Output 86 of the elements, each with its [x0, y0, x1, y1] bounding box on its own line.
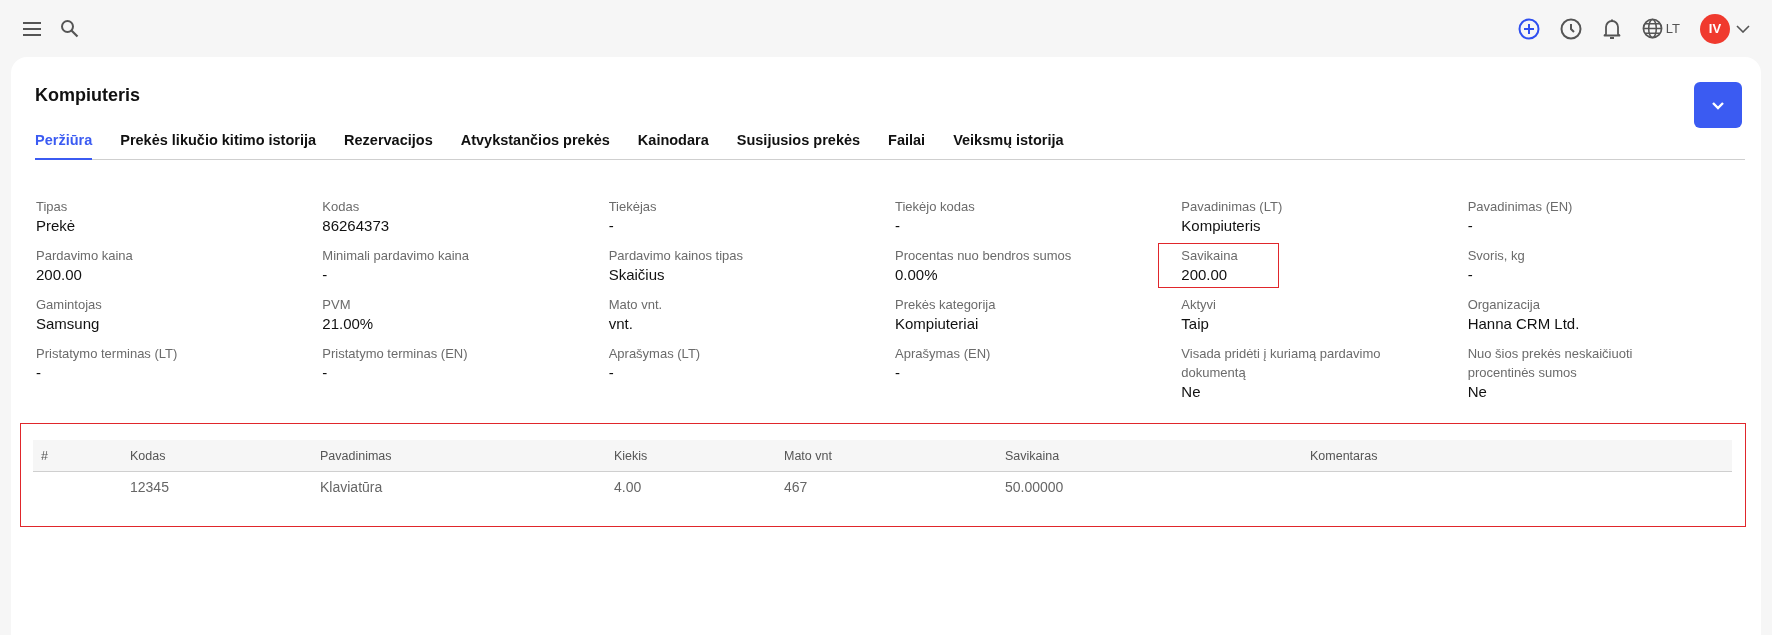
notifications-button[interactable] — [1601, 17, 1622, 40]
field-value: - — [1467, 265, 1474, 285]
field-label: Prekės kategorija — [895, 296, 996, 314]
tab[interactable]: Veiksmų istorija — [953, 132, 1064, 160]
menu-button[interactable] — [22, 21, 42, 36]
field-label: Tipas — [36, 198, 69, 216]
column-header: Mato vnt — [784, 440, 1005, 472]
field-value: - — [895, 363, 901, 383]
page-title: Kompiuteris — [35, 85, 140, 106]
field-label: Gamintojas — [36, 296, 102, 314]
field-label: Pavadinimas (EN) — [1467, 198, 1573, 216]
field-label: Nuo šios prekės neskaičiuoti procentinės sumos — [1467, 345, 1634, 382]
field-label: Pristatymo terminas (EN) — [322, 345, 468, 363]
field-value: - — [322, 363, 329, 383]
user-avatar[interactable]: IV — [1700, 13, 1730, 44]
column-header: Savikaina — [1005, 440, 1310, 472]
field-label: Pristatymo terminas (LT) — [36, 345, 178, 363]
field-value: 0.00% — [895, 265, 939, 285]
tab[interactable]: Prekės likučio kitimo istorija — [120, 132, 317, 160]
user-menu-button[interactable] — [1736, 24, 1750, 33]
field-label: Aprašymas (LT) — [608, 345, 701, 363]
field-label: Visada pridėti į kuriamą pardavimo dokumentą — [1181, 345, 1382, 382]
actions-button[interactable] — [1694, 82, 1742, 128]
field-label: Kodas — [322, 198, 361, 216]
field-label: Mato vnt. — [608, 296, 663, 314]
field-value: - — [608, 216, 615, 236]
field-label: Pardavimo kaina — [36, 247, 133, 265]
field-label: Aktyvi — [1181, 296, 1216, 314]
field-value: Kompiuteriai — [895, 314, 980, 334]
field-value: vnt. — [608, 314, 634, 334]
field-label: Pardavimo kainos tipas — [608, 247, 744, 265]
field-value: 200.00 — [1181, 265, 1229, 285]
field-label: Minimali pardavimo kaina — [322, 247, 469, 265]
bell-icon — [1601, 17, 1622, 40]
field-value: - — [36, 363, 42, 383]
history-button[interactable] — [1559, 17, 1582, 40]
tab[interactable]: Rezervacijos — [344, 132, 433, 160]
table-cell: 50.00000 — [1005, 471, 1310, 502]
field-label: PVM — [322, 296, 352, 314]
field-label: Pavadinimas (LT) — [1181, 198, 1283, 216]
add-button[interactable] — [1517, 17, 1540, 40]
field-value: Ne — [1467, 382, 1488, 402]
tab[interactable]: Susijusios prekės — [736, 132, 861, 160]
plus-circle-icon — [1517, 17, 1540, 40]
column-header: # — [33, 440, 130, 472]
field-label: Procentas nuo bendros sumos — [895, 247, 1072, 265]
column-header: Kodas — [130, 440, 320, 472]
tab[interactable]: Atvykstančios prekės — [460, 132, 610, 160]
menu-icon — [22, 21, 42, 36]
field-value: Skaičius — [608, 265, 666, 285]
field-label: Svoris, kg — [1467, 247, 1525, 265]
field-value: Prekė — [36, 216, 76, 236]
globe-icon — [1641, 18, 1663, 39]
tab[interactable]: Kainodara — [637, 132, 709, 160]
field-value: Samsung — [36, 314, 101, 334]
search-icon — [60, 19, 79, 38]
field-label: Tiekėjo kodas — [895, 198, 975, 216]
clock-icon — [1559, 17, 1582, 40]
field-value: Kompiuteris — [1181, 216, 1262, 236]
column-header: Komentaras — [1310, 440, 1732, 472]
field-label: Tiekėjas — [608, 198, 657, 216]
field-value: - — [1467, 216, 1474, 236]
search-button[interactable] — [60, 19, 79, 38]
chevron-down-icon — [1711, 100, 1725, 110]
field-label: Aprašymas (EN) — [895, 345, 991, 363]
field-value: 200.00 — [36, 265, 83, 285]
field-label: Savikaina — [1181, 247, 1238, 265]
chevron-down-icon — [1736, 24, 1750, 33]
field-value: - — [895, 216, 901, 236]
field-value: Taip — [1181, 314, 1210, 334]
tab[interactable]: Failai — [888, 132, 926, 160]
field-value: - — [608, 363, 615, 383]
field-value: 86264373 — [322, 216, 390, 236]
field-label: Organizacija — [1467, 296, 1541, 314]
column-header: Kiekis — [614, 440, 784, 472]
field-value: Ne — [1181, 382, 1202, 402]
table-cell: 12345 — [130, 471, 320, 502]
field-value: - — [322, 265, 329, 285]
table-cell: Klaviatūra — [320, 471, 614, 502]
tab[interactable]: Peržiūra — [35, 132, 93, 160]
column-header: Pavadinimas — [320, 440, 614, 472]
field-value: 21.00% — [322, 314, 374, 334]
table-cell: 467 — [784, 471, 1005, 502]
table-cell: 4.00 — [614, 471, 784, 502]
field-value: Hanna CRM Ltd. — [1467, 314, 1580, 334]
language-button[interactable]: LT — [1641, 18, 1680, 39]
